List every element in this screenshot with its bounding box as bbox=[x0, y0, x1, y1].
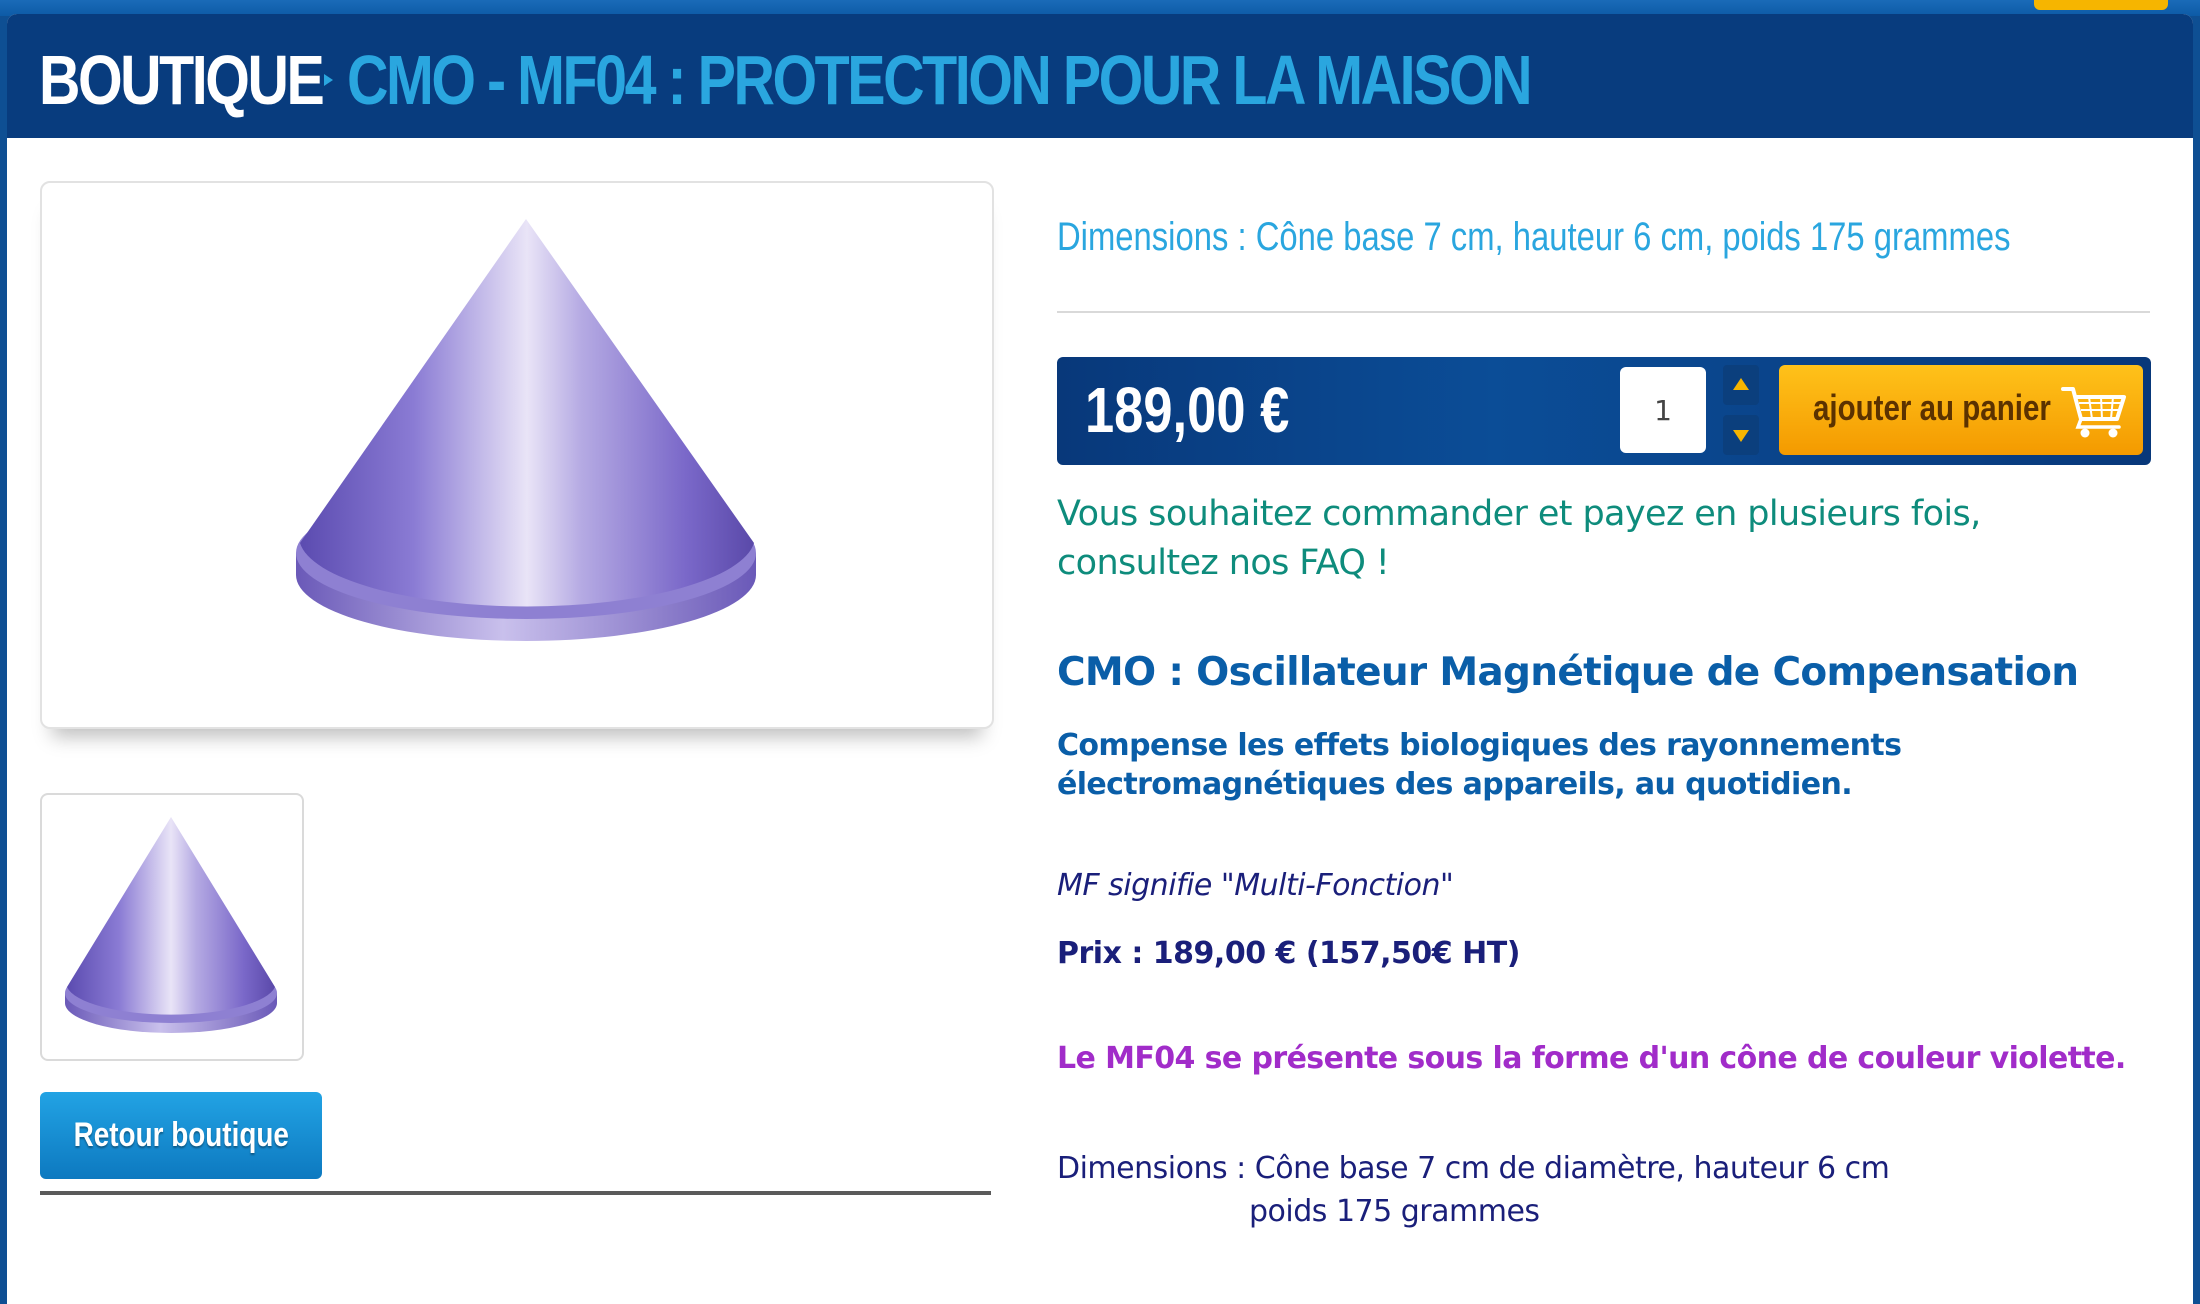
product-heading: CMO : Oscillateur Magnétique de Compensa… bbox=[1057, 650, 2079, 695]
arrow-up-icon bbox=[1733, 378, 1749, 390]
breadcrumb-separator-icon bbox=[324, 74, 334, 86]
divider bbox=[40, 1191, 991, 1195]
product-thumbnail[interactable] bbox=[40, 793, 304, 1061]
dimensions-line-1: Dimensions : Cône base 7 cm de diamètre,… bbox=[1057, 1151, 1890, 1186]
back-to-shop-label: Retour boutique bbox=[73, 1116, 289, 1154]
payment-faq-text[interactable]: Vous souhaitez commander et payez en plu… bbox=[1057, 490, 2152, 588]
breadcrumb: BOUTIQUE CMO - MF04 : PROTECTION POUR LA… bbox=[39, 40, 1790, 120]
price-bar: 189,00 € ajouter au panier bbox=[1057, 357, 2151, 465]
product-lead: Compense les effets biologiques des rayo… bbox=[1057, 728, 1902, 802]
add-to-cart-label: ajouter au panier bbox=[1813, 387, 2051, 428]
back-to-shop-button[interactable]: Retour boutique bbox=[40, 1092, 322, 1179]
page-header: BOUTIQUE CMO - MF04 : PROTECTION POUR LA… bbox=[7, 14, 2193, 138]
color-note: Le MF04 se présente sous la forme d'un c… bbox=[1057, 1041, 2126, 1076]
quantity-decrement-button[interactable] bbox=[1723, 415, 1759, 455]
product-image[interactable] bbox=[40, 181, 994, 729]
dimensions-detail: Dimensions : Cône base 7 cm de diamètre,… bbox=[1057, 1147, 1890, 1233]
shopping-cart-icon bbox=[2061, 387, 2126, 438]
price: 189,00 € bbox=[1085, 374, 1290, 446]
mf-note: MF signifie "Multi-Fonction" bbox=[1057, 868, 1454, 903]
top-tab[interactable] bbox=[2034, 0, 2168, 10]
purple-cone-thumbnail-icon bbox=[65, 817, 277, 1033]
add-to-cart-button[interactable]: ajouter au panier bbox=[1779, 365, 2143, 455]
quantity-input[interactable] bbox=[1620, 367, 1706, 453]
page-title: CMO - MF04 : PROTECTION POUR LA MAISON bbox=[347, 41, 1533, 119]
breadcrumb-boutique[interactable]: BOUTIQUE bbox=[39, 40, 325, 120]
divider bbox=[1057, 311, 2150, 313]
purple-cone-image-icon bbox=[296, 219, 756, 641]
quantity-increment-button[interactable] bbox=[1723, 365, 1759, 405]
dimensions-line-2: poids 175 grammes bbox=[1249, 1194, 1540, 1229]
arrow-down-icon bbox=[1733, 430, 1749, 442]
dimensions-summary: Dimensions : Cône base 7 cm, hauteur 6 c… bbox=[1057, 215, 2011, 259]
price-detail: Prix : 189,00 € (157,50€ HT) bbox=[1057, 936, 1520, 971]
